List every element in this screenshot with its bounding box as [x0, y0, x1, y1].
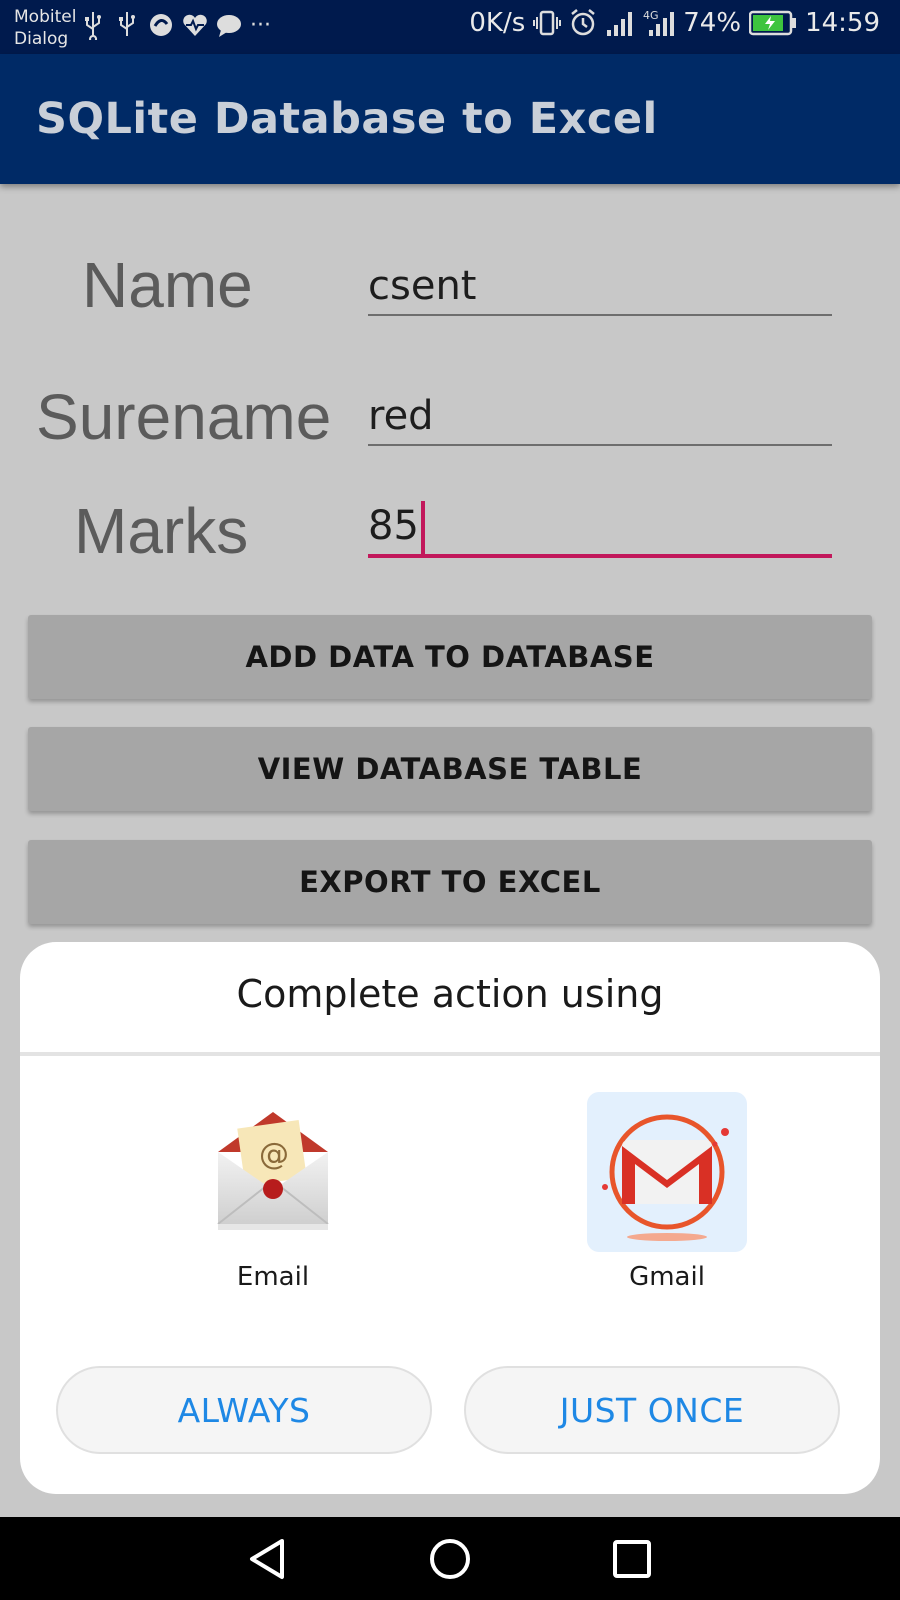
marks-field[interactable]: 85	[368, 498, 832, 558]
sync-icon	[150, 14, 172, 36]
signal-4g-icon: 4G	[643, 9, 675, 36]
navigation-bar	[0, 1517, 900, 1600]
alarm-icon	[571, 9, 596, 36]
text-cursor	[420, 501, 425, 555]
signal-icon	[607, 12, 633, 36]
gmail-icon	[587, 1092, 747, 1252]
back-icon[interactable]	[242, 1533, 294, 1585]
email-label: Email	[236, 1262, 310, 1292]
usb-icon	[119, 12, 135, 36]
battery-percent: 74%	[683, 8, 742, 38]
app-option-email[interactable]: @ Email	[163, 1092, 383, 1292]
app-option-gmail[interactable]: Gmail	[557, 1092, 777, 1292]
marks-label: Marks	[74, 495, 249, 567]
divider	[20, 1052, 880, 1056]
view-table-button[interactable]: VIEW DATABASE TABLE	[28, 727, 872, 811]
usb-icon	[85, 12, 101, 40]
carrier-label: Mobitel Dialog	[14, 7, 77, 49]
just-once-button[interactable]: JUST ONCE	[464, 1366, 840, 1454]
svg-text:@: @	[259, 1137, 289, 1172]
net-speed: 0K/s	[469, 8, 526, 38]
gmail-label: Gmail	[629, 1262, 705, 1292]
chat-icon	[217, 15, 241, 37]
svg-text:4G: 4G	[643, 9, 659, 22]
status-bar: Mobitel Dialog ··· 0K/s 4G 74% 14:59	[0, 0, 900, 54]
home-icon[interactable]	[424, 1533, 476, 1585]
vibrate-icon	[533, 10, 562, 36]
marks-field-value: 85	[368, 503, 419, 549]
name-label: Name	[82, 249, 253, 321]
recents-icon[interactable]	[606, 1533, 658, 1585]
always-button[interactable]: ALWAYS	[56, 1366, 432, 1454]
clock: 14:59	[805, 8, 880, 38]
system-status: 0K/s 4G 74% 14:59	[469, 8, 880, 38]
chooser-title: Complete action using	[236, 972, 664, 1016]
export-excel-button[interactable]: EXPORT TO EXCEL	[28, 840, 872, 924]
notification-icons: ···	[80, 10, 271, 40]
email-envelope-icon: @	[193, 1092, 353, 1252]
name-field-value: csent	[368, 263, 477, 309]
overflow-indicator: ···	[250, 12, 271, 38]
app-title: SQLite Database to Excel	[36, 94, 658, 144]
name-field[interactable]: csent	[368, 258, 832, 316]
surename-field[interactable]: red	[368, 388, 832, 446]
app-bar: SQLite Database to Excel	[0, 54, 900, 184]
surename-label: Surename	[36, 381, 332, 453]
battery-charging-icon	[749, 10, 797, 36]
chooser-dialog: Complete action using @ Email Gmail ALWA…	[20, 942, 880, 1494]
surename-field-value: red	[368, 393, 434, 439]
health-icon	[183, 14, 207, 36]
add-data-button[interactable]: ADD DATA TO DATABASE	[28, 615, 872, 699]
